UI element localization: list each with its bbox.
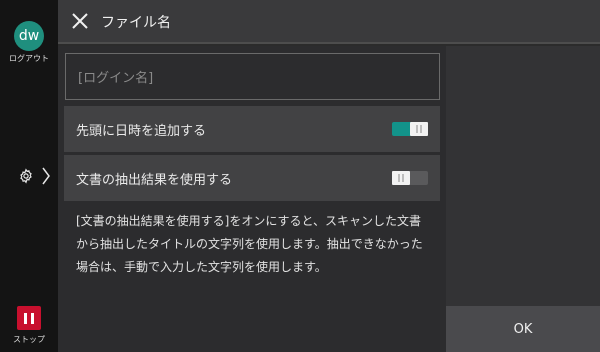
toggle-knob bbox=[410, 122, 428, 136]
description-text: [文書の抽出結果を使用する]をオンにすると、スキャンした文書から抽出したタイトル… bbox=[76, 214, 423, 274]
add-datetime-row[interactable]: 先頭に日時を追加する bbox=[64, 106, 440, 152]
toggle-knob bbox=[392, 171, 410, 185]
gear-icon bbox=[20, 168, 32, 184]
close-icon bbox=[72, 13, 88, 29]
use-extraction-label: 文書の抽出結果を使用する bbox=[76, 172, 233, 188]
close-button[interactable] bbox=[70, 11, 90, 31]
settings-button[interactable] bbox=[18, 165, 56, 187]
left-sidebar: dw ログアウト ストップ bbox=[0, 0, 58, 352]
header: ファイル名 bbox=[58, 0, 600, 44]
avatar[interactable]: dw bbox=[14, 21, 44, 51]
chevron-right-icon bbox=[42, 167, 50, 185]
stop-button[interactable] bbox=[17, 306, 41, 330]
logout-label[interactable]: ログアウト bbox=[0, 53, 58, 64]
side-panel bbox=[446, 46, 600, 306]
page-title: ファイル名 bbox=[101, 15, 171, 31]
file-name-input[interactable]: [ログイン名] bbox=[65, 53, 440, 100]
use-extraction-row[interactable]: 文書の抽出結果を使用する bbox=[64, 155, 440, 201]
ok-button[interactable]: OK bbox=[446, 306, 600, 352]
stop-label[interactable]: ストップ bbox=[0, 334, 58, 345]
use-extraction-toggle[interactable] bbox=[392, 171, 428, 185]
add-datetime-toggle[interactable] bbox=[392, 122, 428, 136]
stop-icon-bar bbox=[31, 312, 34, 324]
stop-icon-bar bbox=[24, 312, 27, 324]
add-datetime-label: 先頭に日時を追加する bbox=[76, 123, 207, 139]
